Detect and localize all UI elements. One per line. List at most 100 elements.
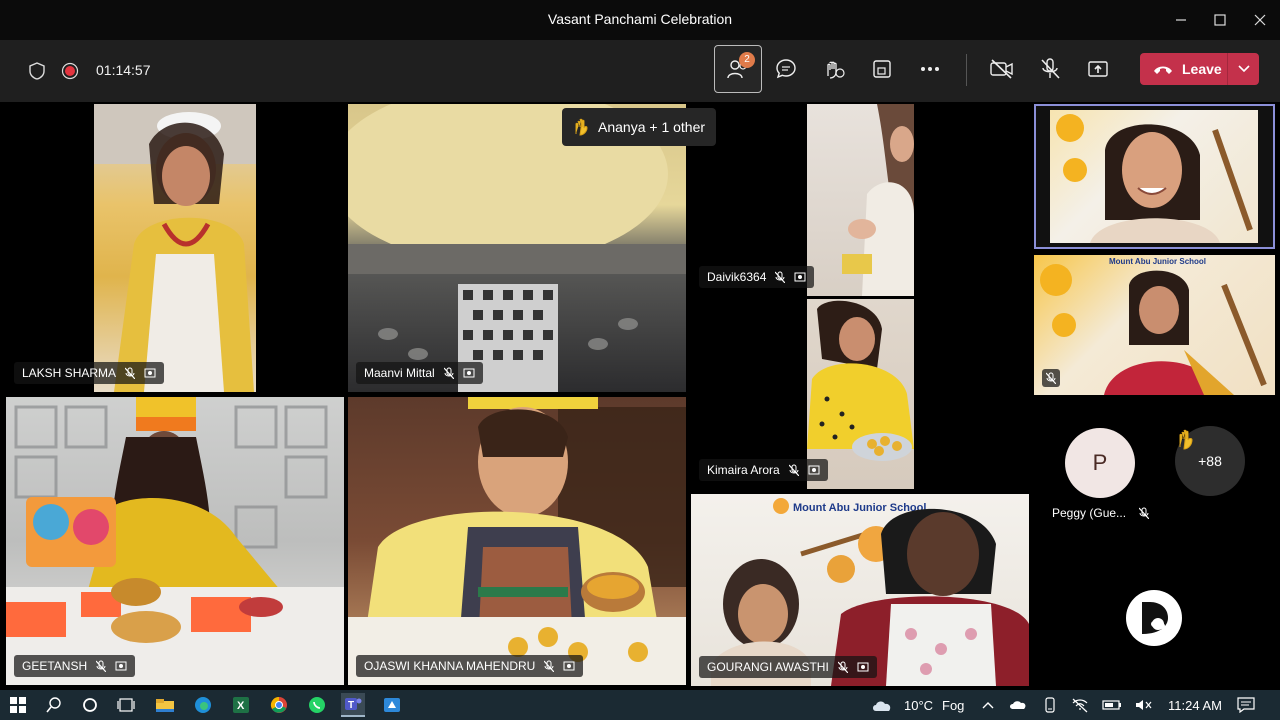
mic-toggle-button[interactable] bbox=[1026, 45, 1074, 93]
windows-start-icon[interactable] bbox=[6, 693, 30, 717]
video-tile[interactable]: GEETANSH bbox=[6, 397, 344, 685]
mic-off-icon bbox=[443, 367, 455, 379]
participant-nameplate: OJASWI KHANNA MAHENDRU bbox=[356, 655, 584, 677]
search-icon[interactable] bbox=[42, 693, 66, 717]
participant-video bbox=[6, 397, 344, 685]
meeting-timer: 01:14:57 bbox=[96, 62, 151, 78]
guest-avatar[interactable]: P bbox=[1065, 428, 1135, 498]
camera-toggle-button[interactable] bbox=[978, 45, 1026, 93]
mic-off-icon bbox=[1042, 369, 1060, 387]
more-icon bbox=[921, 67, 939, 71]
teams-icon[interactable]: T bbox=[341, 693, 365, 717]
pin-icon[interactable] bbox=[857, 661, 869, 673]
toolbar-divider bbox=[966, 54, 967, 86]
chevron-down-icon[interactable] bbox=[1227, 53, 1259, 85]
weather-desc[interactable]: Fog bbox=[942, 698, 964, 713]
rooms-button[interactable] bbox=[858, 45, 906, 93]
self-view-tile[interactable] bbox=[1034, 104, 1275, 249]
mic-off-icon bbox=[124, 367, 136, 379]
participant-name: LAKSH SHARMA bbox=[22, 366, 117, 380]
participant-nameplate: Kimaira Arora bbox=[699, 459, 828, 481]
school-banner-text: Mount Abu Junior School bbox=[1109, 257, 1206, 266]
pin-icon[interactable] bbox=[115, 660, 127, 672]
recording-icon bbox=[57, 58, 83, 84]
mic-off-icon bbox=[95, 660, 107, 672]
guest-initial: P bbox=[1092, 450, 1108, 475]
volume-muted-icon[interactable] bbox=[1132, 693, 1156, 717]
participant-video bbox=[94, 104, 256, 392]
share-button[interactable] bbox=[1074, 45, 1122, 93]
participant-nameplate: GOURANGI AWASTHI bbox=[699, 656, 877, 678]
video-tile[interactable]: Maanvi Mittal bbox=[348, 104, 686, 392]
edge-icon[interactable] bbox=[191, 693, 215, 717]
chat-button[interactable] bbox=[762, 45, 810, 93]
self-video bbox=[1050, 110, 1258, 243]
participant-name: Kimaira Arora bbox=[707, 463, 780, 477]
close-icon[interactable] bbox=[1245, 6, 1275, 34]
battery-icon[interactable] bbox=[1100, 693, 1124, 717]
raised-hands-toast[interactable]: Ananya + 1 other bbox=[562, 108, 716, 146]
chrome-icon[interactable] bbox=[267, 693, 291, 717]
participants-badge: 2 bbox=[739, 52, 755, 68]
guest-nameplate: Peggy (Gue... bbox=[1052, 506, 1150, 520]
cortana-icon[interactable] bbox=[78, 693, 102, 717]
reactions-button[interactable] bbox=[810, 45, 858, 93]
school-banner-text: Mount Abu Junior School bbox=[793, 502, 926, 514]
weather-temp[interactable]: 10°C bbox=[904, 698, 933, 713]
participant-video bbox=[348, 104, 686, 392]
notification-icon[interactable] bbox=[1234, 693, 1258, 717]
network-off-icon[interactable] bbox=[1068, 693, 1092, 717]
participants-button[interactable]: 2 bbox=[714, 45, 762, 93]
guest-name: Peggy (Gue... bbox=[1052, 506, 1127, 520]
video-tile[interactable]: Kimaira Arora bbox=[691, 299, 1029, 489]
chevron-up-icon[interactable] bbox=[976, 693, 1000, 717]
shield-icon[interactable] bbox=[24, 58, 50, 84]
pin-icon[interactable] bbox=[563, 660, 575, 672]
raised-hands-text: Ananya + 1 other bbox=[598, 119, 706, 135]
video-tile[interactable]: Daivik6364 bbox=[691, 104, 1029, 296]
cloud-icon[interactable] bbox=[870, 693, 894, 717]
mic-off-icon bbox=[1041, 58, 1060, 79]
raise-hand-icon bbox=[1175, 426, 1197, 455]
participant-video bbox=[348, 397, 686, 685]
phone-hangup-icon bbox=[1154, 66, 1172, 74]
participant-nameplate: GEETANSH bbox=[14, 655, 136, 677]
leave-button[interactable]: Leave bbox=[1140, 53, 1259, 85]
video-tile[interactable]: Mount Abu Junior School bbox=[1034, 255, 1275, 395]
minimize-icon[interactable] bbox=[1166, 6, 1196, 34]
participant-nameplate: Maanvi Mittal bbox=[356, 362, 483, 384]
device-icon[interactable] bbox=[1038, 693, 1062, 717]
title-bar: Vasant Panchami Celebration bbox=[0, 0, 1280, 40]
overflow-count: +88 bbox=[1198, 453, 1222, 469]
camera-off-icon bbox=[990, 59, 1013, 79]
maximize-icon[interactable] bbox=[1205, 6, 1235, 34]
video-tile[interactable]: LAKSH SHARMA bbox=[6, 104, 344, 392]
mic-off-icon bbox=[837, 661, 849, 673]
mic-off-icon bbox=[774, 271, 786, 283]
mic-off-icon bbox=[543, 660, 555, 672]
pin-icon[interactable] bbox=[808, 464, 820, 476]
participant-video bbox=[807, 104, 914, 296]
mic-off-icon bbox=[788, 464, 800, 476]
pin-icon[interactable] bbox=[144, 367, 156, 379]
raise-hand-icon bbox=[572, 116, 590, 139]
whatsapp-icon[interactable] bbox=[305, 693, 329, 717]
file-explorer-icon[interactable] bbox=[153, 693, 177, 717]
task-view-icon[interactable] bbox=[114, 693, 138, 717]
participant-name: Daivik6364 bbox=[707, 270, 767, 284]
participant-name: Maanvi Mittal bbox=[364, 366, 435, 380]
video-tile[interactable]: Mount Abu Junior School GOURANGI AWASTHI bbox=[691, 494, 1029, 686]
svg-text:X: X bbox=[237, 700, 245, 712]
svg-text:T: T bbox=[348, 700, 354, 711]
participant-name: OJASWI KHANNA MAHENDRU bbox=[364, 659, 536, 673]
excel-icon[interactable]: X bbox=[229, 693, 253, 717]
onedrive-icon[interactable] bbox=[1006, 693, 1030, 717]
video-tile[interactable]: OJASWI KHANNA MAHENDRU bbox=[348, 397, 686, 685]
windows-taskbar: X T 10°C Fog 11:24 AM bbox=[0, 690, 1280, 720]
clock[interactable]: 11:24 AM bbox=[1168, 698, 1222, 713]
more-options-button[interactable] bbox=[906, 45, 954, 93]
pin-icon[interactable] bbox=[463, 367, 475, 379]
pin-icon[interactable] bbox=[794, 271, 806, 283]
app-icon[interactable] bbox=[380, 693, 404, 717]
mic-off-icon bbox=[1138, 507, 1150, 519]
